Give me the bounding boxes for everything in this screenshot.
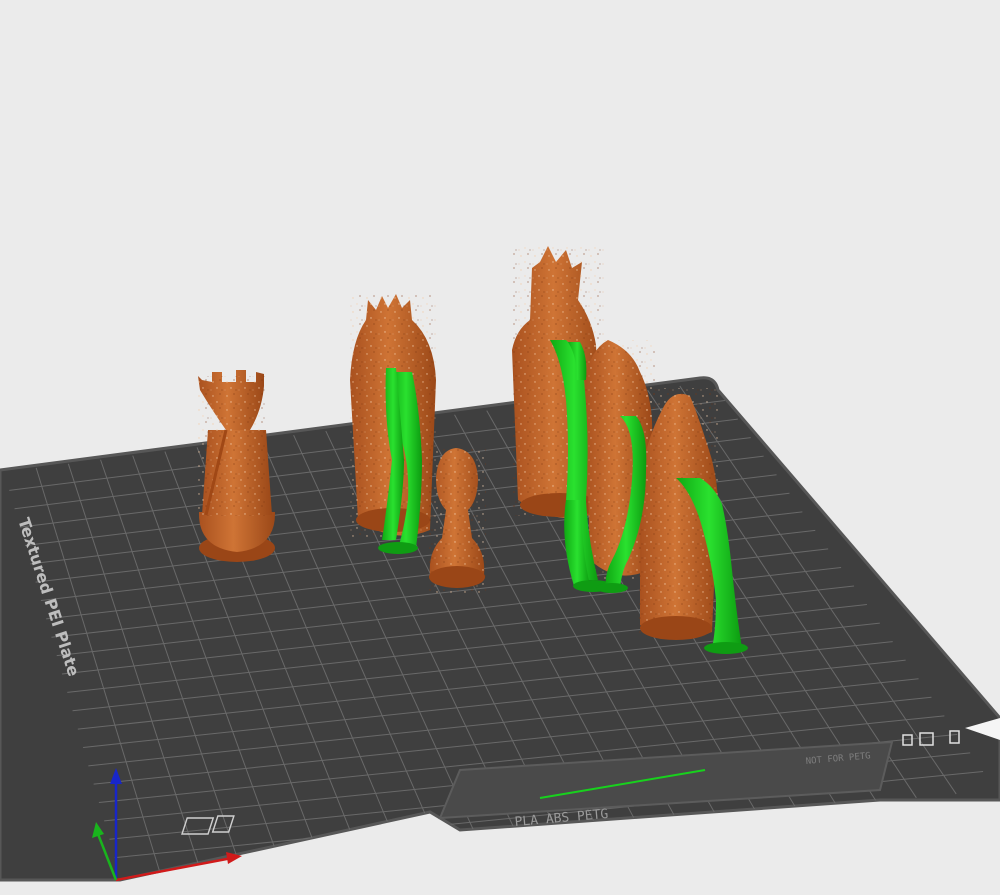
model-pawn[interactable] [428,448,486,593]
build-plate[interactable]: PLA ABS PETG NOT FOR PETG Textured PEI P… [0,376,1000,882]
model-rook[interactable] [198,370,276,562]
3d-viewport[interactable]: PLA ABS PETG NOT FOR PETG Textured PEI P… [0,0,1000,895]
